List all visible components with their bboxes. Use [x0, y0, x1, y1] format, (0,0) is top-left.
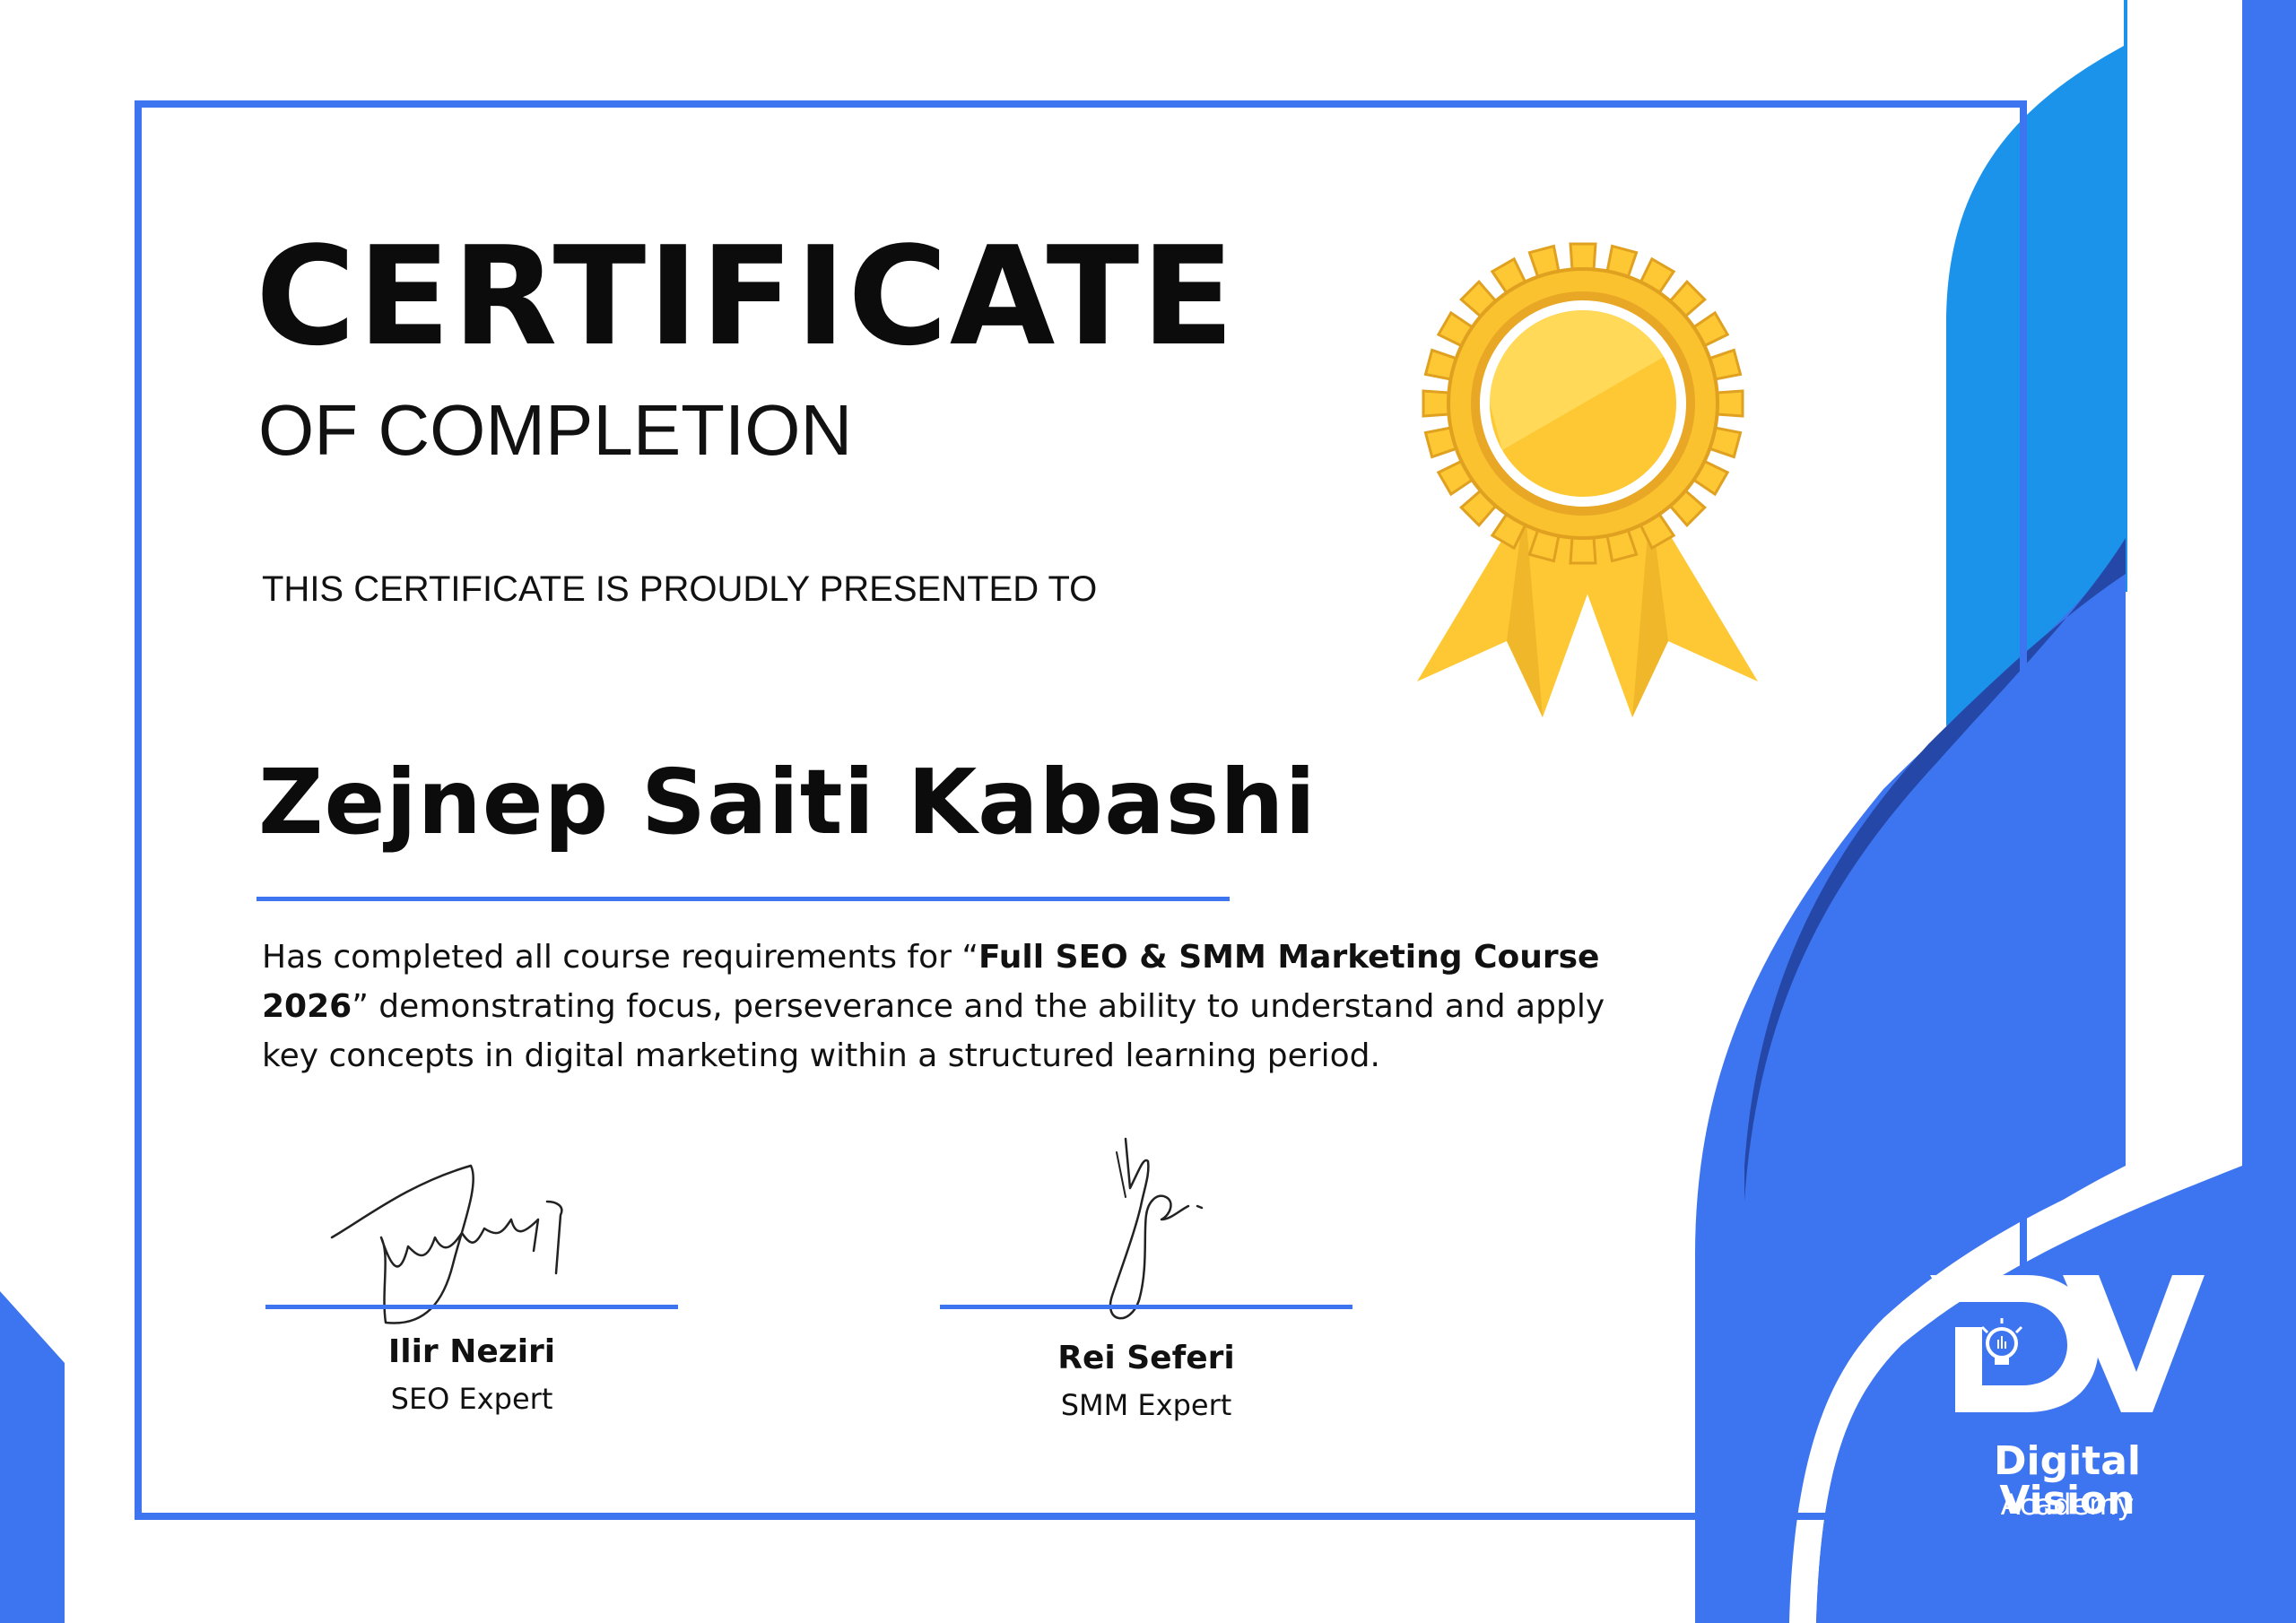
description-part-2: ” demonstrating focus, perseverance and … [262, 988, 1605, 1074]
award-ribbon-icon [1417, 242, 1758, 717]
brand-tagline: Academy [2000, 1488, 2135, 1522]
signatory-name: Ilir Neziri [387, 1333, 556, 1370]
recipient-name: Zejnep Saiti Kabashi [258, 750, 1317, 855]
light-blue-strip [2124, 0, 2127, 592]
signatory-2: Rei Seferi SMM Expert [940, 1340, 1352, 1422]
certificate-title: CERTIFICATE [256, 217, 1237, 376]
certificate-subtitle: OF COMPLETION [258, 390, 853, 470]
signatory-role: SEO Expert [390, 1382, 553, 1416]
signature-line-1 [265, 1305, 678, 1309]
completion-description: Has completed all course requirements fo… [262, 933, 1634, 1081]
recipient-underline [257, 897, 1230, 901]
signatory-role: SMM Expert [1060, 1388, 1232, 1422]
signature-rei-seferi [1109, 1137, 1204, 1320]
dv-logo-icon [1930, 1275, 2205, 1412]
signatory-name: Rei Seferi [1057, 1340, 1235, 1376]
description-part-1: Has completed all course requirements fo… [262, 939, 978, 976]
signature-line-2 [940, 1305, 1352, 1309]
presented-to-label: THIS CERTIFICATE IS PROUDLY PRESENTED TO [262, 569, 1098, 609]
lightbulb-icon [1980, 1318, 2023, 1365]
certificate-page: CERTIFICATE OF COMPLETION THIS CERTIFICA… [0, 0, 2296, 1623]
corner-triangle [0, 1291, 65, 1623]
signatory-1: Ilir Neziri SEO Expert [265, 1333, 678, 1416]
